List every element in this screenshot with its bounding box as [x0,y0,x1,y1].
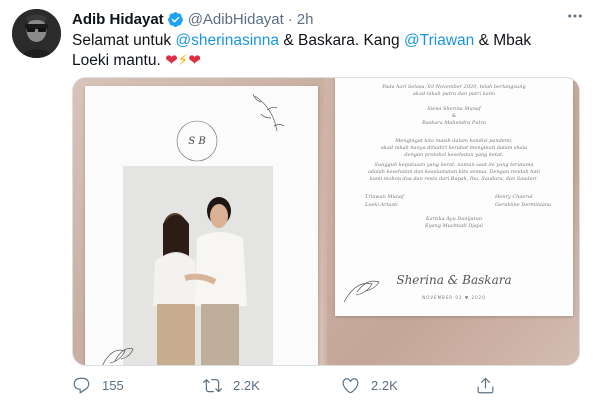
verified-badge-icon [167,11,183,27]
like-icon [342,377,359,393]
lightning-emoji-icon: ⚡ [177,52,189,69]
mention-link-triawan[interactable]: @Triawan [404,32,474,49]
invitation-amp: & [451,113,457,119]
family-name: Kartika Ayu Danijatun [425,216,483,222]
invitation-body-line: adalah kesehatan dan keselamatan kita se… [367,169,541,175]
tweet-text-part: Selamat untuk [72,32,176,49]
invitation-intro-line: akad nikah putra dan putri kami [412,91,496,97]
like-button[interactable]: 2.2K [341,374,398,396]
retweet-count: 2.2K [233,377,260,393]
invitation-intro-line: Pada hari Selasa, 03 November 2020, tela… [382,84,526,90]
reply-icon [73,377,90,393]
retweet-button[interactable]: 2.2K [203,374,260,396]
tweet-header: Adib Hidayat @AdibHidayat · 2h [72,10,313,28]
avatar[interactable] [12,9,61,58]
tweet[interactable]: Adib Hidayat @AdibHidayat · 2h Selamat u… [0,0,596,405]
reply-button[interactable]: 155 [72,374,124,396]
couple-script-names: Sherina & Baskara [396,273,512,287]
heart-emoji-icon: ❤ [165,52,178,69]
invitation-body-line: akad nikah hanya dihadiri kerabat mengik… [380,145,528,151]
invitation-body-line: dengan protokol kesehatan yang ketat. [404,152,504,158]
invitation-bride: Siena Sherina Munaf [427,106,481,112]
monogram-emblem-icon: S B [176,93,285,162]
invitation-body-line: kami mohon doa dan restu dari Bapak, Ibu… [369,176,539,182]
tweet-text-part: & Baskara. Kang [279,32,404,49]
like-count: 2.2K [371,377,398,393]
media-photo-right[interactable]: Pada hari Selasa, 03 November 2020, tela… [327,78,579,365]
author-handle[interactable]: @AdibHidayat [188,11,284,28]
reply-count: 155 [102,377,124,393]
parent-name: Henry Chaerul [495,194,533,200]
invitation-card-front: S B [85,86,318,365]
family-name: Eyang Muchtadi Djajal [425,223,483,229]
invitation-body-line: Mengingat kita masih dalam kondisi pande… [395,138,513,144]
author-name[interactable]: Adib Hidayat [72,11,164,28]
invitation-body-line: Sungguh keputusan yang berat, namun saat… [374,162,534,168]
more-dots-icon [568,14,582,18]
more-icon[interactable] [562,6,588,26]
floral-line-icon [102,348,134,365]
avatar-photo [12,9,61,58]
parent-name: Gerakline Derminiana [495,202,552,208]
tweet-timestamp[interactable]: 2h [297,11,314,28]
invitation-card-text: Pada hari Selasa, 03 November 2020, tela… [335,78,573,316]
tweet-text: Selamat untuk @sherinasinna & Baskara. K… [72,31,572,71]
share-icon [477,377,494,393]
share-button[interactable] [476,374,495,396]
retweet-icon [203,378,222,392]
parent-name: Loeki Artasti [365,202,398,208]
heart-emoji-icon: ❤ [188,52,201,69]
invitation-groom: Baskara Mahendra Putra [422,120,486,126]
svg-text:S B: S B [188,136,205,147]
tweet-media[interactable]: S B Pada hari Selasa, 03 November 2020, … [72,77,580,366]
parent-name: Triawan Munaf [365,194,404,200]
header-separator: · [287,10,293,28]
tweet-actions: 155 2.2K 2.2K [72,374,512,396]
mention-link-sherinasinna[interactable]: @sherinasinna [175,32,279,49]
media-photo-left[interactable]: S B [73,78,324,365]
wedding-date-line: NOVEMBER 03 ♥ 2020 [422,295,486,300]
